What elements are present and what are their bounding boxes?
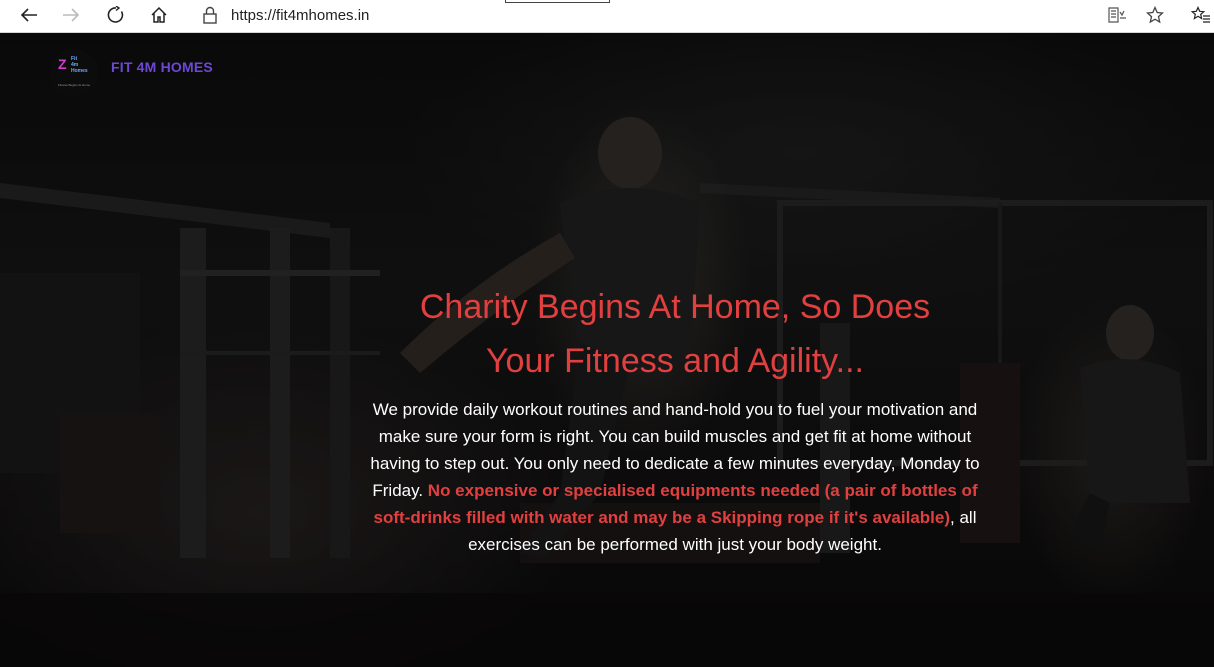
lock-icon	[203, 6, 217, 24]
back-button[interactable]	[12, 0, 46, 30]
hero-description: We provide daily workout routines and ha…	[368, 396, 982, 558]
refresh-button[interactable]	[99, 0, 133, 30]
favorite-star-icon	[1146, 6, 1164, 24]
tab-indicator	[505, 0, 610, 3]
browser-toolbar: https://fit4mhomes.in	[0, 0, 1214, 33]
logo-wordmark: Fit 4m Homes	[71, 56, 88, 74]
forward-button[interactable]	[54, 0, 88, 30]
reader-mode-icon	[1108, 7, 1126, 23]
refresh-icon	[107, 6, 124, 23]
site-logo[interactable]: Z Fit 4m Homes Fitness Begins At Home	[50, 49, 98, 97]
hero-headline: Charity Begins At Home, So Does Your Fit…	[340, 280, 1010, 388]
brand-name-link[interactable]: FIT 4M HOMES	[111, 59, 213, 75]
favorites-list-button[interactable]	[1184, 0, 1214, 30]
forward-arrow-icon	[63, 8, 80, 22]
reader-mode-button[interactable]	[1100, 0, 1134, 30]
logo-tagline: Fitness Begins At Home	[58, 83, 91, 87]
home-icon	[151, 6, 167, 23]
description-highlight: No expensive or specialised equipments n…	[373, 481, 978, 527]
logo-mark: Z	[58, 56, 67, 72]
favorite-button[interactable]	[1138, 0, 1172, 30]
favorites-list-icon	[1191, 6, 1210, 23]
home-button[interactable]	[142, 0, 176, 30]
headline-line-2: Your Fitness and Agility...	[486, 342, 864, 380]
hero-section: Z Fit 4m Homes Fitness Begins At Home FI…	[0, 33, 1214, 667]
url-text[interactable]: https://fit4mhomes.in	[231, 7, 369, 24]
headline-line-1: Charity Begins At Home, So Does	[419, 288, 931, 326]
back-arrow-icon	[20, 8, 37, 22]
address-bar[interactable]: https://fit4mhomes.in	[188, 0, 1100, 30]
